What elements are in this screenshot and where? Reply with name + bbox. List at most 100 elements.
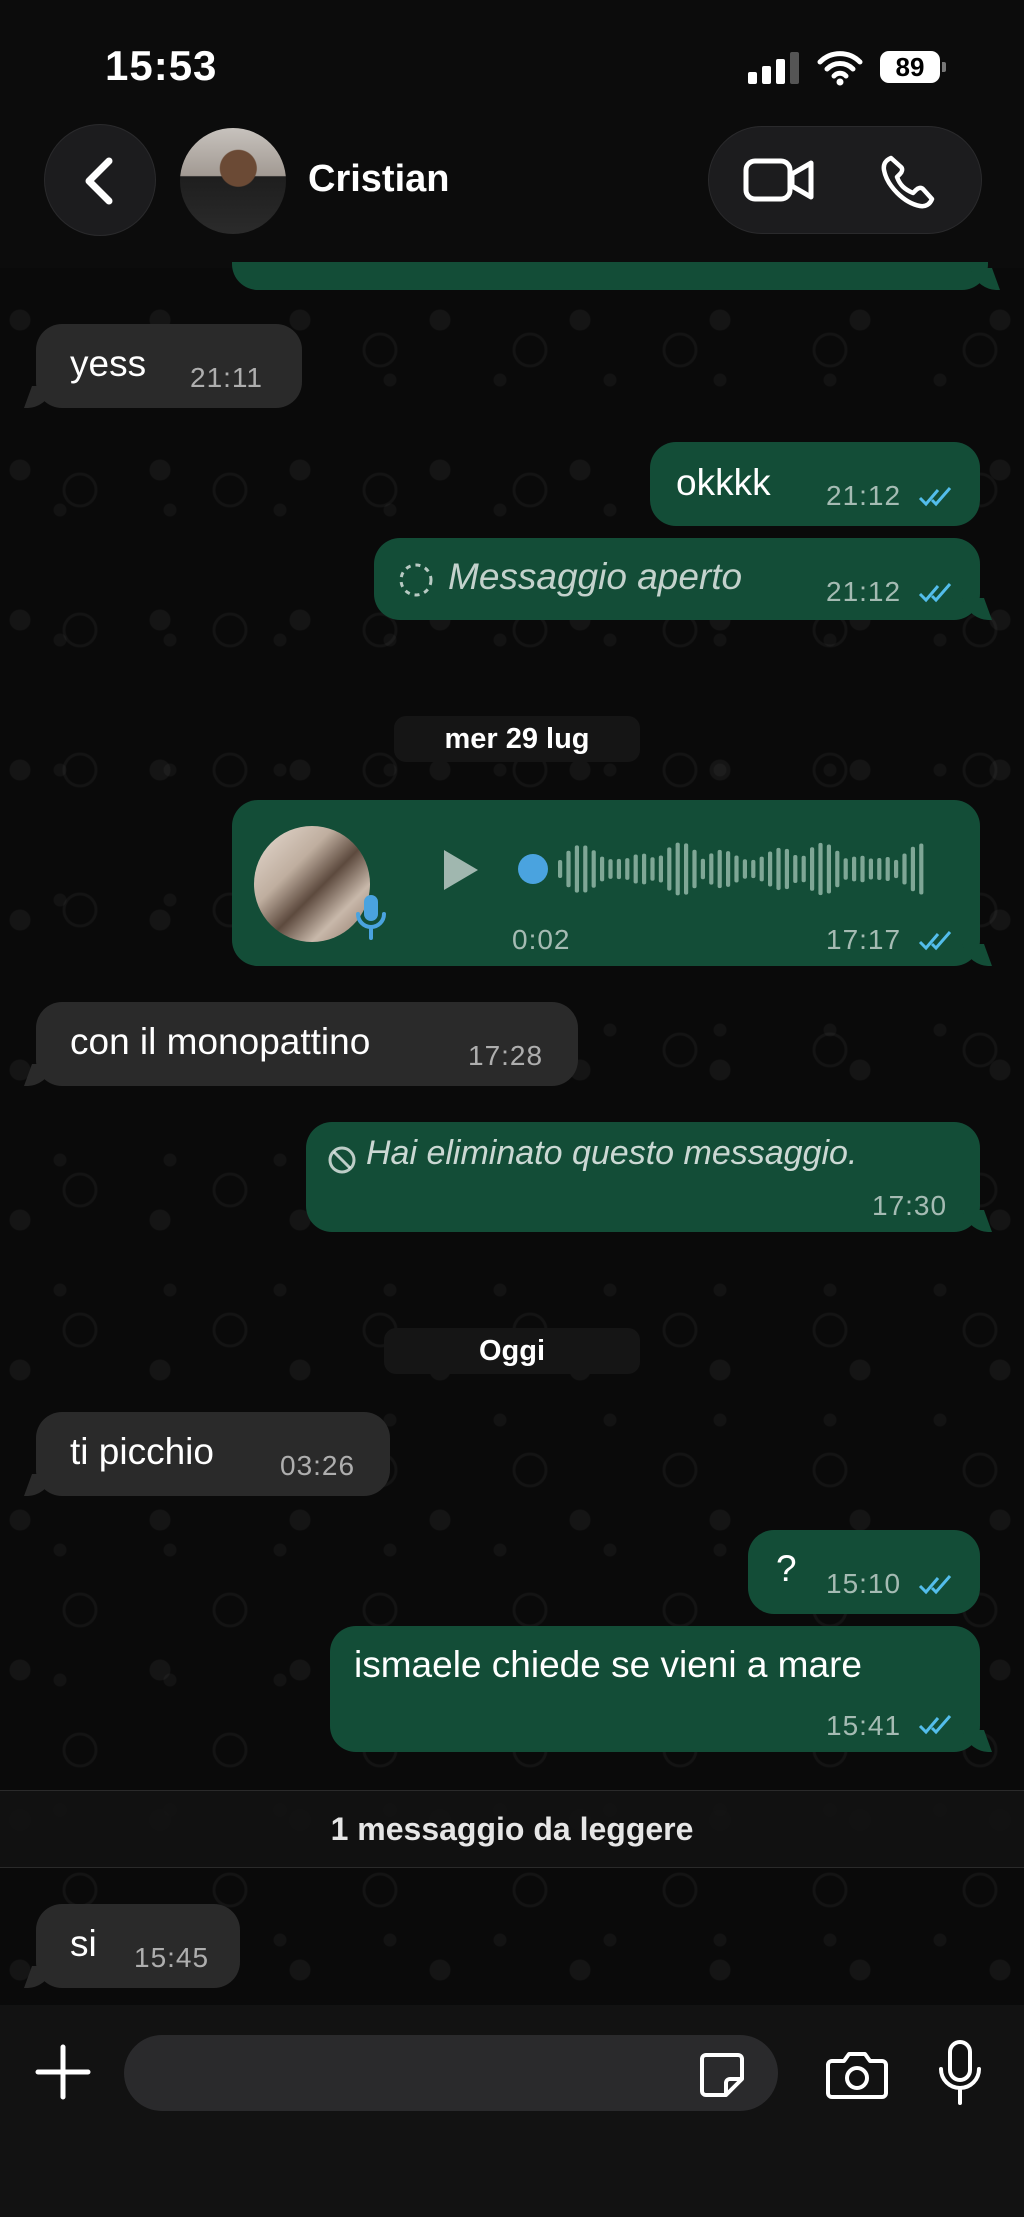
- message-bubble-incoming[interactable]: si 15:45: [23, 1904, 240, 1988]
- play-icon[interactable]: [438, 846, 482, 894]
- message-text: con il monopattino: [70, 1021, 371, 1062]
- waveform-bar: [633, 854, 638, 884]
- waveform-bar: [751, 859, 756, 879]
- message-text: okkkk: [676, 462, 771, 503]
- read-ticks-icon: [918, 1715, 952, 1735]
- waveform-bar: [642, 853, 647, 885]
- waveform-bar: [566, 850, 571, 888]
- waveform-bar: [709, 853, 714, 885]
- message-time: 17:28: [468, 1040, 544, 1071]
- message-bubble-incoming[interactable]: yess 21:11: [23, 324, 302, 408]
- message-text: yess: [70, 343, 147, 384]
- waveform-bar: [835, 850, 840, 888]
- waveform-bar: [625, 858, 630, 880]
- waveform-bar: [776, 847, 781, 891]
- waveform-bar: [768, 851, 773, 887]
- waveform-bar: [583, 845, 588, 893]
- waveform-bar: [616, 858, 621, 880]
- waveform-bar: [784, 848, 789, 890]
- waveform-bar: [910, 846, 915, 892]
- sticker-icon[interactable]: [698, 2051, 746, 2099]
- waveform-bar: [818, 842, 823, 896]
- waveform-bar: [667, 847, 672, 891]
- message-time: 03:26: [280, 1450, 356, 1481]
- voice-message-bubble[interactable]: 0:02 17:17: [232, 800, 993, 966]
- read-ticks-icon: [918, 931, 952, 951]
- message-text: Hai eliminato questo messaggio.: [366, 1134, 858, 1172]
- waveform-bar: [759, 856, 764, 882]
- waveform-bar: [852, 856, 857, 882]
- message-bubble-incoming[interactable]: ti picchio 03:26: [23, 1412, 390, 1496]
- message-time: 21:12: [826, 576, 902, 607]
- deleted-message-bubble[interactable]: Hai eliminato questo messaggio. 17:30: [306, 1122, 993, 1232]
- waveform-bar: [860, 855, 865, 883]
- message-time: 15:41: [826, 1710, 902, 1741]
- waveform-bar: [591, 850, 596, 888]
- waveform-bar: [843, 858, 848, 880]
- waveform-bar: [894, 859, 899, 879]
- message-bubble-incoming[interactable]: con il monopattino 17:28: [23, 1002, 578, 1086]
- message-text: ismaele chiede se vieni a mare: [354, 1644, 862, 1685]
- waveform-bar: [675, 842, 680, 896]
- waveform-bar: [902, 853, 907, 885]
- read-ticks-icon: [918, 487, 952, 507]
- waveform-bar: [650, 857, 655, 881]
- message-input[interactable]: [124, 2035, 778, 2111]
- battery-icon: 89: [880, 51, 946, 83]
- waveform-bar: [793, 854, 798, 884]
- waveform-bar: [608, 859, 613, 879]
- waveform-bar: [692, 849, 697, 889]
- wifi-icon: [817, 51, 863, 86]
- contact-avatar[interactable]: [180, 128, 286, 234]
- message-composer: [0, 2005, 1024, 2217]
- voice-sender-avatar: [254, 826, 370, 942]
- message-bubble-outgoing[interactable]: [232, 262, 1001, 290]
- waveform-bar: [877, 857, 882, 881]
- message-time: 21:12: [826, 480, 902, 511]
- waveform-bar: [734, 855, 739, 883]
- waveform-bar: [600, 856, 605, 882]
- back-button[interactable]: [44, 124, 156, 236]
- message-bubble-outgoing[interactable]: okkkk 21:12: [650, 442, 980, 526]
- message-text: Messaggio aperto: [448, 556, 743, 597]
- audio-waveform[interactable]: [554, 834, 934, 904]
- message-time: 21:11: [190, 362, 263, 393]
- microphone-icon: [356, 895, 386, 940]
- message-time: 17:17: [826, 924, 902, 955]
- read-ticks-icon: [918, 583, 952, 603]
- message-bubble-outgoing[interactable]: ismaele chiede se vieni a mare 15:41: [330, 1626, 993, 1752]
- chat-header: Cristian: [0, 120, 1024, 268]
- waveform-bar: [868, 858, 873, 880]
- video-camera-icon[interactable]: [743, 155, 815, 205]
- message-time: 17:30: [872, 1190, 948, 1221]
- waveform-bar: [742, 859, 747, 879]
- waveform-bar: [726, 851, 731, 887]
- phone-icon[interactable]: [879, 153, 937, 211]
- message-text: ti picchio: [70, 1431, 214, 1472]
- chevron-left-icon: [85, 157, 113, 205]
- audio-progress-dot[interactable]: [518, 854, 548, 884]
- waveform-bar: [574, 845, 579, 893]
- waveform-bar: [717, 849, 722, 889]
- date-separator: mer 29 lug: [394, 716, 640, 762]
- message-bubble-outgoing[interactable]: ? 15:10: [748, 1530, 980, 1614]
- date-separator: Oggi: [384, 1328, 640, 1374]
- contact-name[interactable]: Cristian: [308, 158, 449, 201]
- camera-icon[interactable]: [826, 2049, 888, 2101]
- view-once-opened-icon: [399, 563, 433, 597]
- status-bar: 15:53 89: [0, 0, 1024, 120]
- waveform-bar: [558, 860, 563, 878]
- plus-icon[interactable]: [34, 2043, 92, 2101]
- cellular-signal-icon: [748, 52, 800, 84]
- microphone-icon[interactable]: [936, 2039, 984, 2107]
- message-bubble-outgoing[interactable]: Messaggio aperto 21:12: [374, 538, 993, 620]
- waveform-bar: [658, 855, 663, 883]
- unread-messages-banner: 1 messaggio da leggere: [0, 1790, 1024, 1868]
- waveform-bar: [919, 843, 924, 895]
- voice-duration: 0:02: [512, 924, 571, 955]
- waveform-bar: [810, 847, 815, 891]
- waveform-bar: [801, 855, 806, 883]
- message-text: ?: [776, 1548, 797, 1589]
- waveform-bar: [684, 843, 689, 895]
- call-actions: [708, 126, 982, 234]
